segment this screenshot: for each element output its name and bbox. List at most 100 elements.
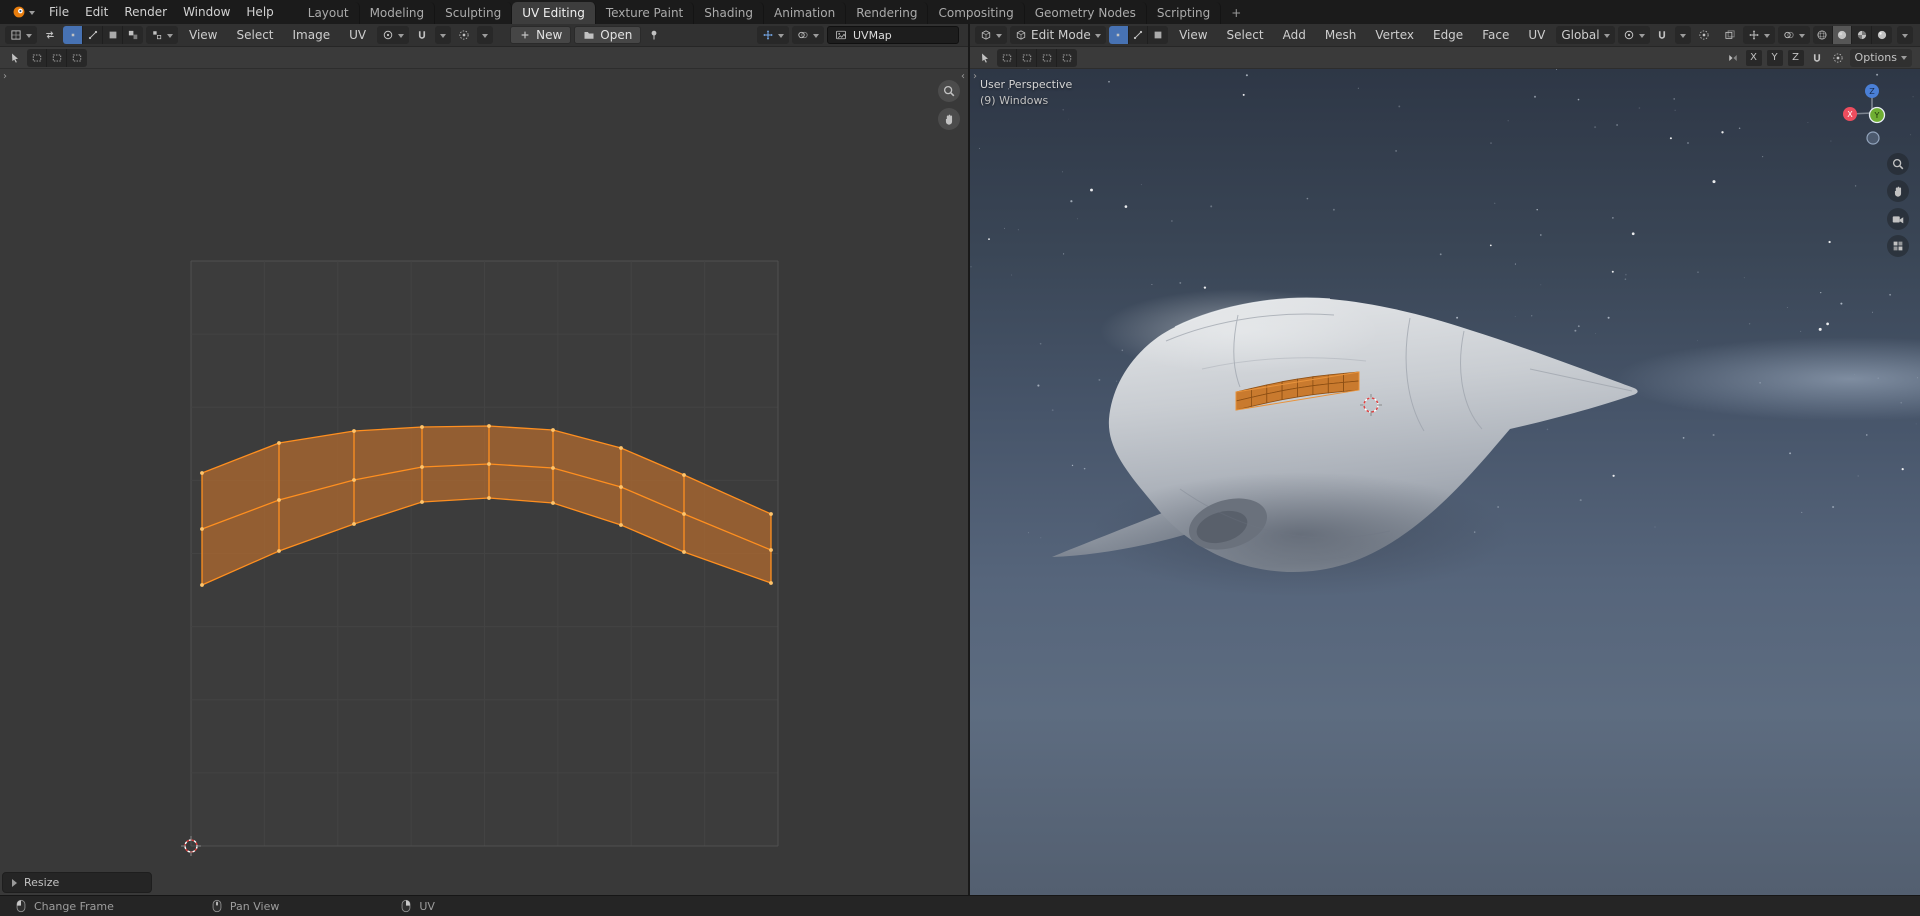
proportional-falloff-selector[interactable] — [477, 26, 494, 44]
vp-menu-view[interactable]: View — [1171, 28, 1215, 42]
editor-type-selector[interactable] — [975, 26, 1007, 44]
vp-menu-face[interactable]: Face — [1474, 28, 1517, 42]
mirror-y-button[interactable]: Y — [1766, 49, 1783, 66]
select-set-button[interactable] — [27, 48, 47, 67]
shading-material-button[interactable] — [1852, 26, 1873, 44]
vp-menu-edge[interactable]: Edge — [1425, 28, 1471, 42]
snap-toggle[interactable] — [412, 26, 432, 44]
shading-rendered-button[interactable] — [1872, 26, 1892, 44]
tab-sculpting[interactable]: Sculpting — [435, 2, 513, 24]
select-extend-button[interactable] — [47, 48, 67, 67]
tab-compositing[interactable]: Compositing — [928, 2, 1025, 24]
uv-select-island-button[interactable] — [123, 26, 143, 44]
uv-menu-image[interactable]: Image — [285, 28, 339, 42]
uv-sync-selection-toggle[interactable] — [40, 26, 60, 44]
tab-layout[interactable]: Layout — [298, 2, 360, 24]
menu-file[interactable]: File — [41, 0, 77, 24]
blender-menu-button[interactable] — [6, 0, 41, 24]
tab-rendering[interactable]: Rendering — [846, 2, 929, 24]
navigation-gizmo[interactable]: Z X Y — [1836, 73, 1908, 145]
uv-select-edge-button[interactable] — [83, 26, 103, 44]
toolbar-toggle-arrow[interactable]: › — [973, 72, 977, 82]
viewport-scene[interactable] — [970, 69, 1920, 895]
new-image-button[interactable]: New — [510, 26, 572, 44]
shading-wireframe-button[interactable] — [1813, 26, 1833, 44]
tab-texture-paint[interactable]: Texture Paint — [596, 2, 695, 24]
proportional-edit-toggle[interactable] — [454, 26, 474, 44]
vertex-mode-button[interactable] — [1108, 26, 1129, 44]
tab-modeling[interactable]: Modeling — [360, 2, 436, 24]
menu-edit[interactable]: Edit — [77, 0, 116, 24]
workspace-tabs: Layout Modeling Sculpting UV Editing Tex… — [298, 0, 1252, 24]
editor-type-selector[interactable] — [5, 26, 37, 44]
mirror-x-button[interactable]: X — [1745, 49, 1762, 66]
proportional-edit-toggle[interactable] — [1694, 26, 1714, 44]
edge-mode-button[interactable] — [1129, 26, 1149, 44]
face-mode-button[interactable] — [1148, 26, 1168, 44]
tab-shading[interactable]: Shading — [694, 2, 764, 24]
zoom-tool-button[interactable] — [938, 80, 960, 102]
vp-menu-mesh[interactable]: Mesh — [1317, 28, 1365, 42]
uv-space[interactable] — [0, 69, 968, 895]
vp-menu-vertex[interactable]: Vertex — [1367, 28, 1422, 42]
select-subtract-button[interactable] — [1037, 48, 1057, 67]
gizmos-toggle[interactable] — [757, 26, 789, 44]
gizmo-negative-axis[interactable] — [1866, 131, 1880, 145]
vp-menu-uv[interactable]: UV — [1520, 28, 1553, 42]
snap-toggle[interactable] — [1653, 26, 1673, 44]
uv-select-vertex-button[interactable] — [63, 26, 83, 44]
uv-map-selector[interactable]: UVMap — [827, 26, 959, 44]
uv-menu-select[interactable]: Select — [228, 28, 281, 42]
mirror-z-button[interactable]: Z — [1787, 49, 1804, 66]
select-set-button[interactable] — [997, 48, 1017, 67]
falloff-option-icon[interactable] — [1829, 50, 1847, 66]
uv-canvas[interactable]: › ‹ Resize — [0, 69, 968, 895]
shading-settings-selector[interactable] — [1896, 26, 1913, 44]
xray-toggle[interactable] — [1720, 26, 1740, 44]
pivot-point-selector[interactable] — [1617, 26, 1650, 44]
add-workspace-button[interactable]: + — [1221, 2, 1251, 24]
sticky-selection-selector[interactable] — [146, 26, 178, 44]
tweak-tool-icon[interactable] — [976, 50, 994, 66]
snap-settings-selector[interactable] — [1675, 26, 1692, 44]
gizmos-toggle[interactable] — [1742, 26, 1775, 44]
menu-help[interactable]: Help — [238, 0, 281, 24]
vp-menu-select[interactable]: Select — [1219, 28, 1272, 42]
mode-selector[interactable]: Edit Mode — [1010, 26, 1106, 44]
viewport-canvas[interactable]: User Perspective (9) Windows › Z X Y — [970, 69, 1920, 895]
select-subtract-button[interactable] — [67, 49, 87, 67]
pin-image-toggle[interactable] — [644, 26, 664, 44]
tab-geometry-nodes[interactable]: Geometry Nodes — [1025, 2, 1147, 24]
toolbar-toggle-arrow[interactable]: › — [3, 72, 7, 82]
overlays-toggle[interactable] — [1777, 26, 1810, 44]
zoom-tool-button[interactable] — [1887, 153, 1909, 175]
select-invert-button[interactable] — [1057, 49, 1077, 67]
transform-orientation-selector[interactable]: Global — [1556, 26, 1615, 44]
menu-window[interactable]: Window — [175, 0, 238, 24]
sidebar-toggle-arrow[interactable]: ‹ — [961, 72, 965, 82]
shading-solid-button[interactable] — [1832, 26, 1853, 44]
tab-animation[interactable]: Animation — [764, 2, 847, 24]
open-image-button[interactable]: Open — [574, 26, 642, 44]
spaceship-model[interactable] — [1052, 289, 1638, 596]
pan-tool-button[interactable] — [938, 108, 960, 130]
vp-menu-add[interactable]: Add — [1275, 28, 1314, 42]
pan-tool-button[interactable] — [1887, 180, 1909, 202]
select-extend-button[interactable] — [1017, 48, 1037, 67]
snap-settings-selector[interactable] — [435, 26, 452, 44]
uv-select-face-button[interactable] — [103, 26, 123, 44]
tweak-tool-icon[interactable] — [6, 50, 24, 66]
perspective-toggle-button[interactable] — [1887, 235, 1909, 257]
pivot-point-selector[interactable] — [377, 26, 410, 44]
snap-option-icon[interactable] — [1808, 50, 1826, 66]
tab-scripting[interactable]: Scripting — [1147, 2, 1222, 24]
uv-menu-view[interactable]: View — [181, 28, 225, 42]
camera-icon — [1891, 212, 1905, 226]
operator-panel-resize[interactable]: Resize — [2, 872, 152, 893]
camera-view-button[interactable] — [1887, 208, 1909, 230]
uv-menu-uv[interactable]: UV — [341, 28, 374, 42]
menu-render[interactable]: Render — [116, 0, 175, 24]
tool-options-dropdown[interactable]: Options — [1849, 48, 1912, 67]
tab-uv-editing[interactable]: UV Editing — [512, 2, 596, 24]
overlays-toggle[interactable] — [792, 26, 824, 44]
